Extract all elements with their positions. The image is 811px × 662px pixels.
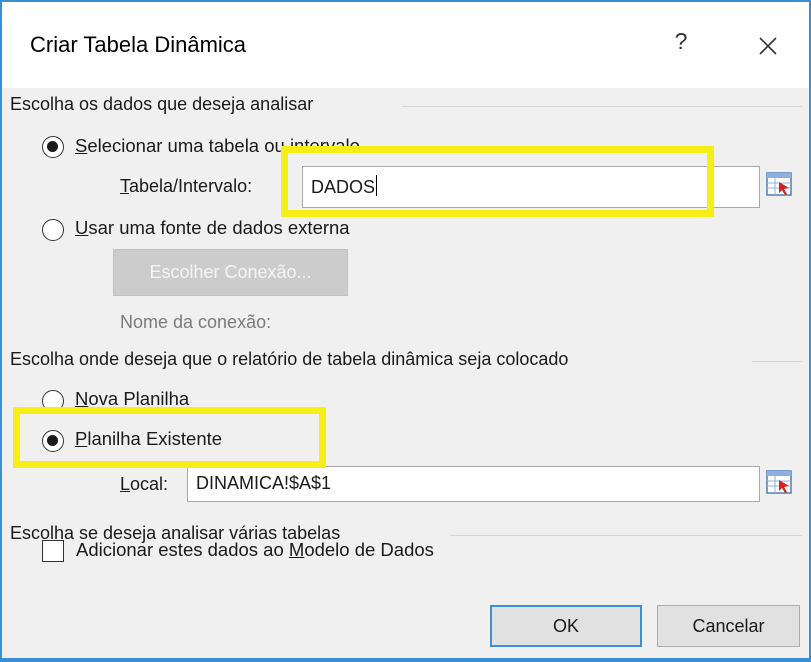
range-input[interactable]: DADOS bbox=[302, 166, 760, 208]
range-label: Tabela/Intervalo: bbox=[120, 176, 253, 196]
new-worksheet-label[interactable]: Nova Planilha bbox=[75, 388, 189, 410]
radio-select-table-range[interactable] bbox=[42, 136, 64, 158]
range-picker-icon bbox=[766, 172, 792, 196]
dialog-title: Criar Tabela Dinâmica bbox=[30, 32, 247, 57]
external-source-label[interactable]: Usar uma fonte de dados externa bbox=[75, 217, 350, 239]
range-input-value: DADOS bbox=[311, 175, 378, 197]
source-group-label: Escolha os dados que deseja analisar bbox=[10, 94, 314, 114]
group-divider bbox=[450, 535, 802, 536]
close-button[interactable] bbox=[746, 26, 790, 66]
location-input-value: DINAMICA!$A$1 bbox=[196, 473, 332, 493]
location-input[interactable]: DINAMICA!$A$1 bbox=[187, 466, 760, 502]
radio-existing-worksheet[interactable] bbox=[42, 430, 64, 452]
radio-external-source[interactable] bbox=[42, 219, 64, 241]
close-icon bbox=[759, 37, 777, 55]
location-picker-button[interactable] bbox=[765, 468, 795, 500]
radio-new-worksheet[interactable] bbox=[42, 390, 64, 412]
add-to-data-model-label[interactable]: Adicionar estes dados ao Modelo de Dados bbox=[76, 539, 434, 561]
group-divider bbox=[402, 106, 802, 107]
range-picker-button[interactable] bbox=[765, 170, 795, 202]
range-picker-icon bbox=[766, 470, 792, 494]
group-divider bbox=[752, 361, 802, 362]
help-button[interactable]: ? bbox=[666, 28, 696, 62]
select-table-range-label[interactable]: Selecionar uma tabela ou intervalo bbox=[75, 135, 360, 157]
placement-group-label: Escolha onde deseja que o relatório de t… bbox=[10, 349, 569, 369]
create-pivot-table-dialog: Criar Tabela Dinâmica ? Escolha os dados… bbox=[0, 0, 811, 662]
choose-connection-button: Escolher Conexão... bbox=[113, 249, 348, 296]
title-bar: Criar Tabela Dinâmica ? bbox=[2, 2, 809, 88]
existing-worksheet-label[interactable]: Planilha Existente bbox=[75, 428, 222, 450]
location-label: Local: bbox=[120, 474, 169, 494]
ok-button[interactable]: OK bbox=[490, 605, 642, 647]
connection-name-label: Nome da conexão: bbox=[120, 312, 272, 332]
cancel-button[interactable]: Cancelar bbox=[657, 605, 800, 647]
add-to-data-model-checkbox[interactable] bbox=[42, 540, 64, 562]
